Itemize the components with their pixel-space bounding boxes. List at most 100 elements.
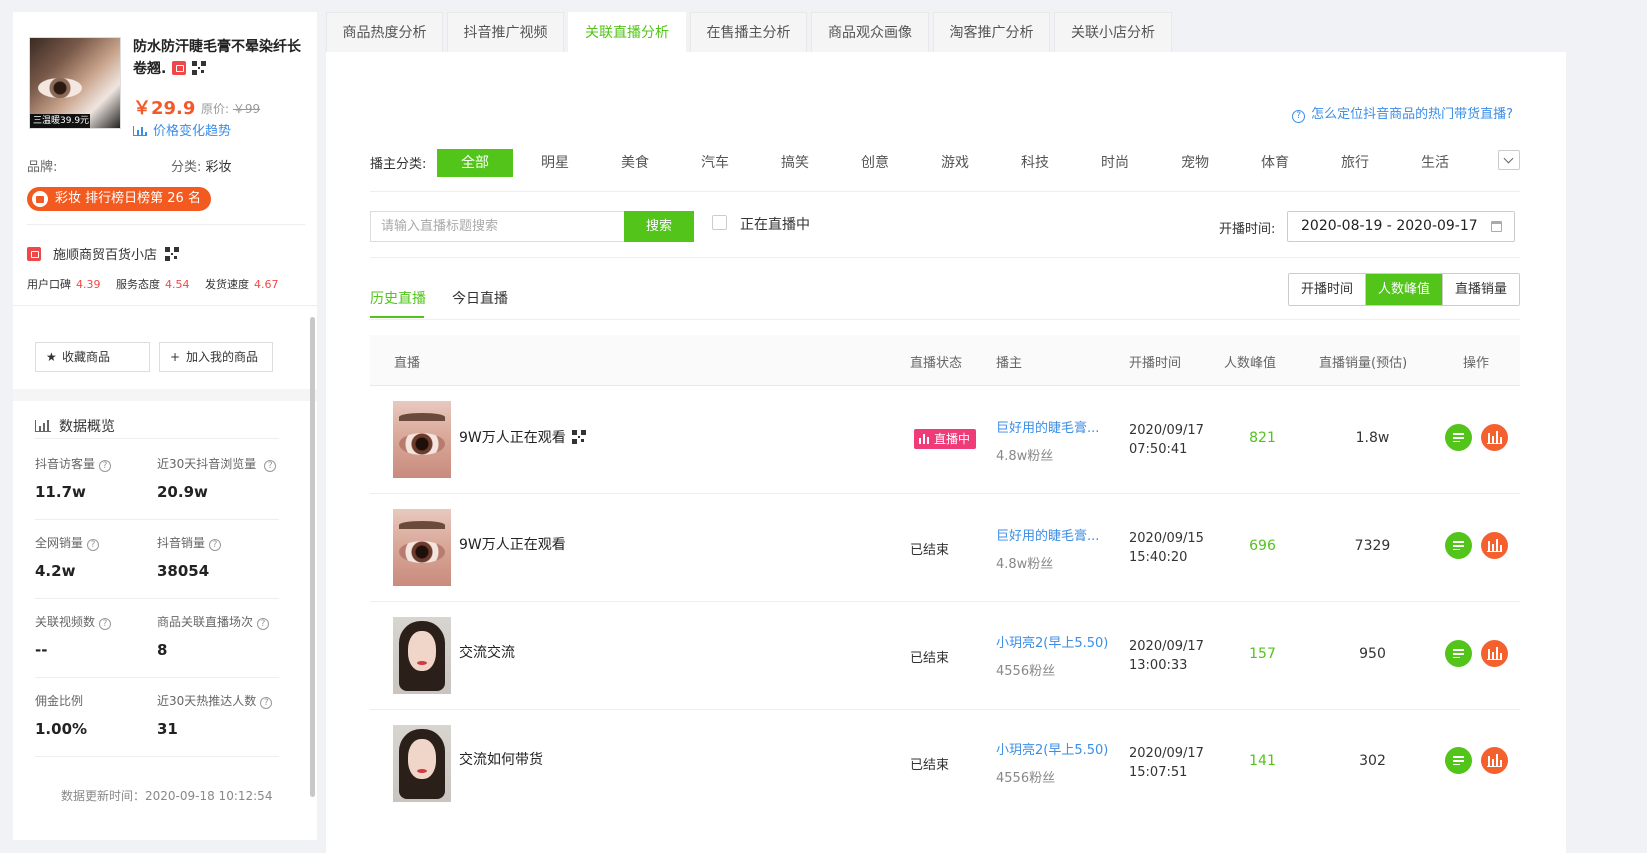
live-only-label: 正在直播中 — [740, 217, 810, 233]
product-title-text: 防水防汗睫毛膏不晕染纤长卷翘. — [133, 39, 301, 77]
live-cover-image[interactable] — [393, 725, 451, 802]
qr-code-icon[interactable] — [571, 430, 586, 444]
start-clock: 13:00:33 — [1129, 658, 1188, 673]
anchor-link[interactable]: 巨好用的睫毛膏... — [996, 525, 1111, 544]
tab-taoke-analysis[interactable]: 淘客推广分析 — [933, 12, 1050, 52]
help-icon[interactable]: ? — [87, 539, 100, 551]
tab-promo-videos[interactable]: 抖音推广视频 — [447, 12, 564, 52]
status-text: 已结束 — [910, 758, 950, 773]
tab-today-live[interactable]: 今日直播 — [452, 288, 508, 308]
stat-value: 31 — [157, 720, 178, 738]
divider-band — [13, 389, 317, 401]
stat-label-text: 近30天热推达人数 — [157, 694, 257, 708]
help-link[interactable]: ? 怎么定位抖音商品的热门带货直播? — [1292, 103, 1513, 123]
shop-link[interactable]: 施顺商贸百货小店 — [27, 244, 180, 263]
live-title[interactable]: 9W万人正在观看 — [459, 534, 566, 554]
shop-scores: 用户口碑 4.39 服务态度 4.54 发货速度 4.67 — [27, 276, 291, 292]
live-title[interactable]: 交流交流 — [459, 642, 515, 662]
start-date: 2020/09/15 — [1129, 531, 1204, 546]
favorite-button[interactable]: ★ 收藏商品 — [35, 342, 150, 372]
tab-shop-analysis[interactable]: 关联小店分析 — [1054, 12, 1172, 52]
start-time: 2020/09/17 13:00:33 — [1129, 637, 1204, 675]
analysis-chart-button[interactable] — [1481, 424, 1508, 451]
price-trend-link[interactable]: 价格变化趋势 — [133, 120, 231, 139]
start-date: 2020/09/17 — [1129, 423, 1204, 438]
expand-categories-button[interactable] — [1498, 150, 1520, 170]
image-lip — [417, 661, 427, 665]
tab-hot-analysis[interactable]: 商品热度分析 — [326, 12, 443, 52]
live-only-checkbox[interactable] — [712, 215, 727, 230]
status-text: 已结束 — [910, 543, 950, 558]
shop-qr-icon[interactable] — [165, 247, 180, 261]
tab-anchor-analysis[interactable]: 在售播主分析 — [690, 12, 807, 52]
start-time: 2020/09/17 07:50:41 — [1129, 421, 1204, 459]
help-icon[interactable]: ? — [209, 539, 222, 551]
category-pet[interactable]: 宠物 — [1157, 149, 1233, 177]
category-creative[interactable]: 创意 — [837, 149, 913, 177]
category-tech[interactable]: 科技 — [997, 149, 1073, 177]
sort-by-live-sales[interactable]: 直播销量 — [1443, 274, 1520, 305]
anchor-link[interactable]: 巨好用的睫毛膏... — [996, 417, 1111, 436]
score-value: 4.54 — [165, 278, 190, 291]
category-travel[interactable]: 旅行 — [1317, 149, 1393, 177]
analysis-chart-button[interactable] — [1481, 640, 1508, 667]
stat-label: 近30天抖音浏览量? — [157, 455, 277, 472]
tab-audience-profile[interactable]: 商品观众画像 — [811, 12, 929, 52]
product-thumbnail[interactable]: 三温暖39.9元 — [29, 37, 121, 129]
live-title[interactable]: 交流如何带货 — [459, 749, 543, 769]
category-fashion[interactable]: 时尚 — [1077, 149, 1153, 177]
help-icon[interactable]: ? — [99, 618, 112, 630]
stat-label-text: 近30天抖音浏览量 — [157, 457, 257, 471]
stat-label: 近30天热推达人数? — [157, 692, 273, 709]
help-icon[interactable]: ? — [260, 697, 273, 709]
help-link-text: 怎么定位抖音商品的热门带货直播? — [1311, 107, 1513, 122]
bar-chart-icon — [1487, 754, 1502, 767]
detail-list-button[interactable] — [1445, 747, 1472, 774]
divider — [370, 257, 1520, 258]
live-cover-image[interactable] — [393, 401, 451, 478]
category-sports[interactable]: 体育 — [1237, 149, 1313, 177]
stat-label-text: 抖音销量 — [157, 536, 206, 550]
image-face — [408, 631, 436, 671]
help-icon[interactable]: ? — [264, 460, 277, 472]
category-star[interactable]: 明星 — [517, 149, 593, 177]
bar-chart-icon — [1487, 647, 1502, 660]
help-icon[interactable]: ? — [99, 460, 112, 472]
search-button[interactable]: 搜索 — [624, 211, 694, 242]
category-life[interactable]: 生活 — [1397, 149, 1473, 177]
analysis-chart-button[interactable] — [1481, 532, 1508, 559]
category-food[interactable]: 美食 — [597, 149, 673, 177]
live-title[interactable]: 9W万人正在观看 — [459, 427, 586, 447]
sort-by-peak-viewers[interactable]: 人数峰值 — [1366, 274, 1444, 305]
stat-value: 4.2w — [35, 562, 76, 580]
category-car[interactable]: 汽车 — [677, 149, 753, 177]
sort-by-start-time[interactable]: 开播时间 — [1289, 274, 1367, 305]
detail-list-button[interactable] — [1445, 532, 1472, 559]
sidebar-scrollbar[interactable] — [310, 317, 315, 797]
anchor-link[interactable]: 小玥亮2(早上5.50) — [996, 632, 1111, 651]
add-my-products-button[interactable]: + 加入我的商品 — [159, 342, 273, 372]
category-funny[interactable]: 搞笑 — [757, 149, 833, 177]
table-row: 9W万人正在观看 已结束 巨好用的睫毛膏... 4.8w粉丝 2020/09/1… — [370, 494, 1520, 602]
search-input[interactable] — [370, 211, 625, 242]
live-cover-image[interactable] — [393, 617, 451, 694]
tab-live-analysis[interactable]: 关联直播分析 — [568, 12, 686, 52]
rank-badge[interactable]: 彩妆 排行榜日榜第 26 名 — [27, 187, 211, 211]
tab-history-live[interactable]: 历史直播 — [370, 288, 426, 308]
header-peak: 人数峰值 — [1224, 356, 1277, 371]
analysis-chart-button[interactable] — [1481, 747, 1508, 774]
category-game[interactable]: 游戏 — [917, 149, 993, 177]
detail-list-button[interactable] — [1445, 640, 1472, 667]
anchor-link[interactable]: 小玥亮2(早上5.50) — [996, 739, 1111, 758]
shop-bag-icon[interactable] — [172, 61, 187, 75]
live-cover-image[interactable] — [393, 509, 451, 586]
qr-code-icon[interactable] — [192, 61, 207, 75]
category-all[interactable]: 全部 — [437, 149, 513, 177]
start-clock: 07:50:41 — [1129, 442, 1188, 457]
detail-list-button[interactable] — [1445, 424, 1472, 451]
product-title[interactable]: 防水防汗睫毛膏不晕染纤长卷翘. — [133, 36, 308, 80]
date-range-picker[interactable]: 2020-08-19 - 2020-09-17 — [1287, 211, 1515, 242]
stat-label-text: 商品关联直播场次 — [157, 615, 254, 629]
help-icon[interactable]: ? — [257, 618, 270, 630]
stat-label: 全网销量? — [35, 534, 100, 551]
